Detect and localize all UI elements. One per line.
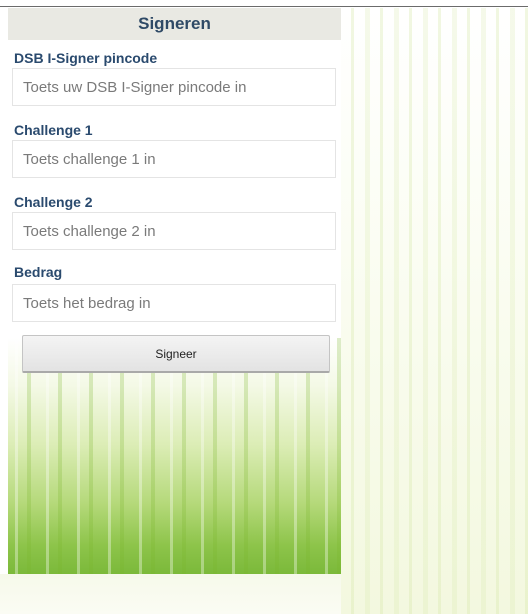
top-divider [0, 6, 528, 7]
challenge2-label: Challenge 2 [14, 194, 93, 210]
app-screen: Signeren DSB I-Signer pincode Challenge … [0, 0, 528, 614]
challenge1-label: Challenge 1 [14, 122, 93, 138]
challenge2-input[interactable] [12, 212, 336, 250]
pincode-label: DSB I-Signer pincode [14, 50, 158, 66]
amount-input[interactable] [12, 284, 336, 322]
grass-background [8, 338, 341, 574]
sign-button[interactable]: Signeer [22, 335, 330, 373]
title-bar: Signeren [8, 8, 341, 40]
amount-label: Bedrag [14, 264, 63, 280]
background-bottom [0, 574, 341, 614]
sign-panel: Signeren DSB I-Signer pincode Challenge … [8, 8, 341, 574]
challenge1-input[interactable] [12, 140, 336, 178]
background-grass-pattern [341, 8, 528, 614]
pincode-input[interactable] [12, 68, 336, 106]
page-title: Signeren [138, 14, 211, 33]
